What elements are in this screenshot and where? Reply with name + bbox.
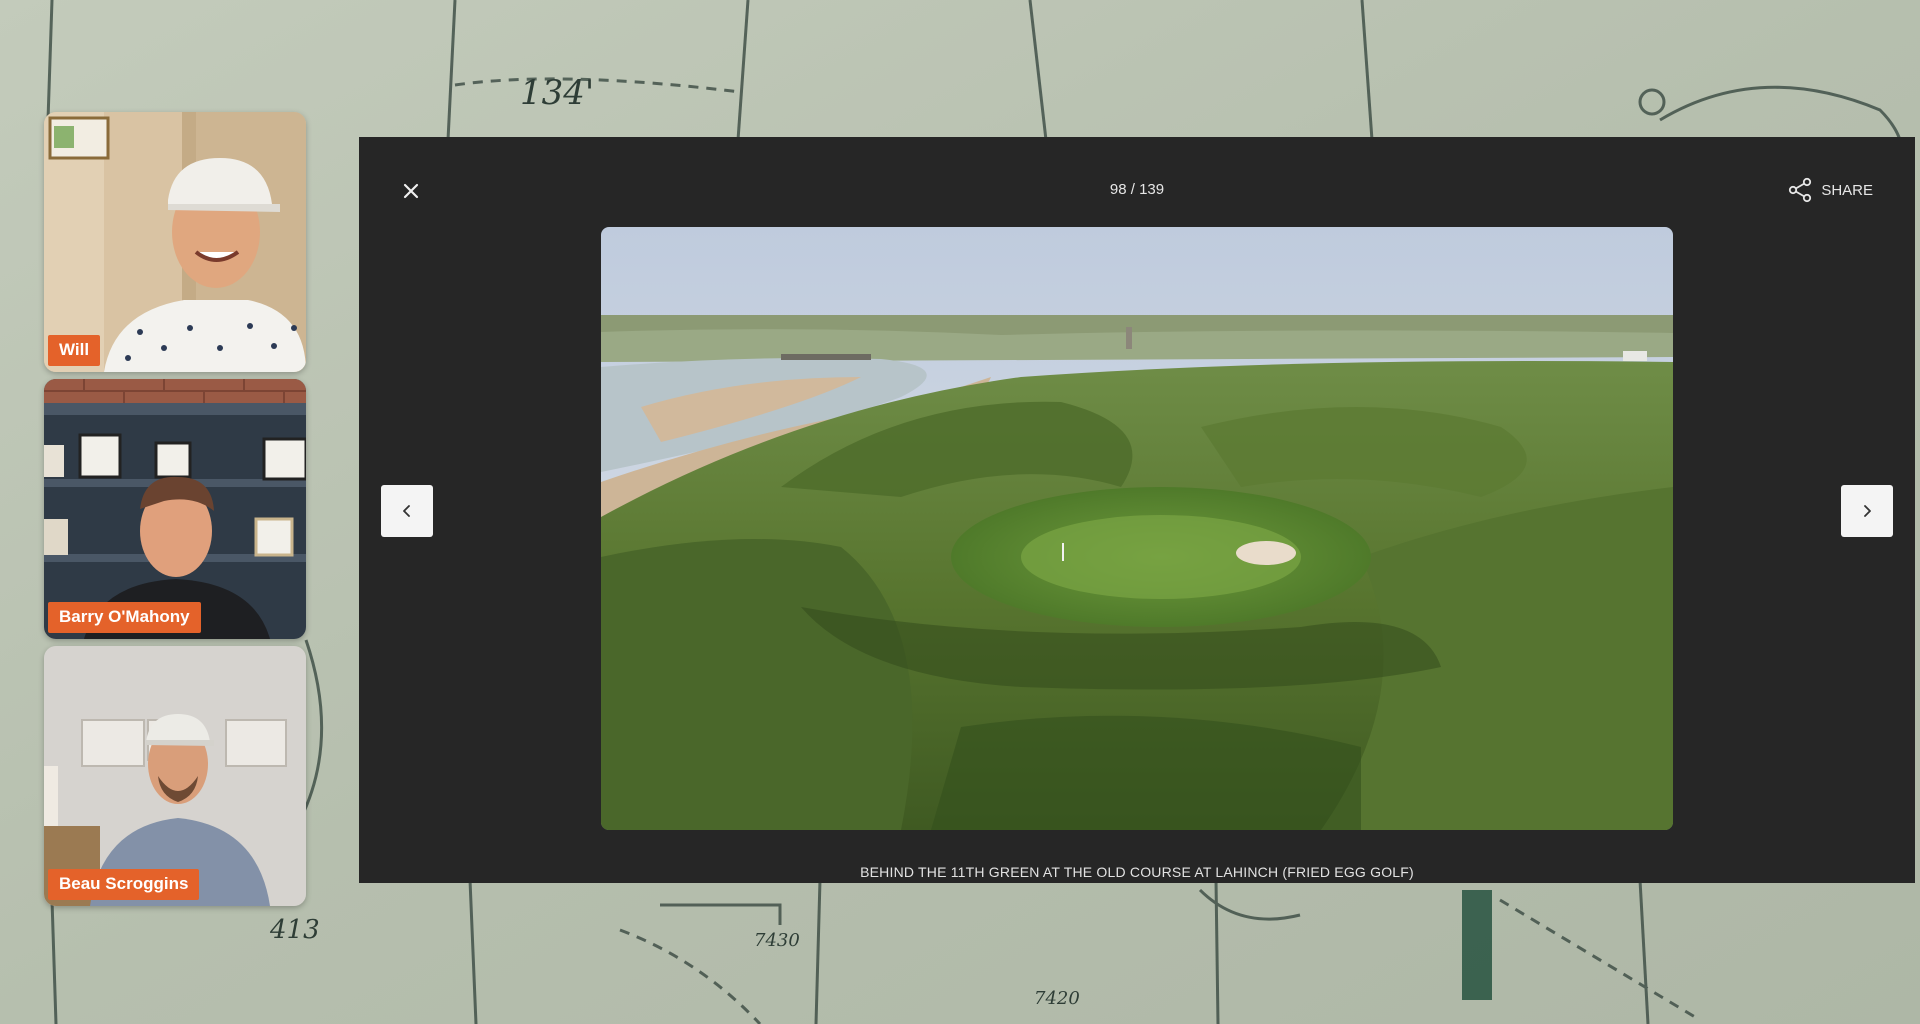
map-label: 134' bbox=[520, 73, 594, 113]
golf-course-photo bbox=[601, 227, 1673, 830]
participant-name-tag: Will bbox=[48, 335, 101, 366]
map-label: 7430 bbox=[754, 930, 800, 951]
previous-image-button[interactable] bbox=[381, 485, 433, 537]
map-label: 413 bbox=[269, 915, 320, 945]
image-caption: BEHIND THE 11TH GREEN AT THE OLD COURSE … bbox=[860, 864, 1414, 880]
image-lightbox: 98 / 139 SHARE BEHIND THE 11TH GREEN AT … bbox=[359, 137, 1915, 883]
photo-image bbox=[601, 227, 1673, 830]
participant-tile-will[interactable]: Will bbox=[44, 112, 306, 372]
chevron-left-icon bbox=[403, 505, 410, 517]
share-label: SHARE bbox=[1821, 181, 1873, 199]
video-call-stage: 134' 7430 7420 413 Will Barry O'Mahony B… bbox=[0, 0, 1920, 1024]
share-icon bbox=[1789, 177, 1812, 203]
share-button[interactable]: SHARE bbox=[1788, 177, 1873, 203]
image-counter: 98 / 139 bbox=[1109, 181, 1165, 198]
participant-tile-beau[interactable]: Beau Scroggins bbox=[44, 646, 306, 906]
participant-video bbox=[44, 112, 306, 372]
map-label: 7420 bbox=[1034, 988, 1080, 1009]
participant-name-tag: Barry O'Mahony bbox=[48, 602, 201, 633]
chevron-right-icon bbox=[1864, 505, 1871, 517]
participant-name-tag: Beau Scroggins bbox=[48, 869, 200, 900]
participant-video bbox=[44, 379, 306, 639]
participant-tile-barry[interactable]: Barry O'Mahony bbox=[44, 379, 306, 639]
next-image-button[interactable] bbox=[1841, 485, 1893, 537]
participant-video bbox=[44, 646, 306, 906]
